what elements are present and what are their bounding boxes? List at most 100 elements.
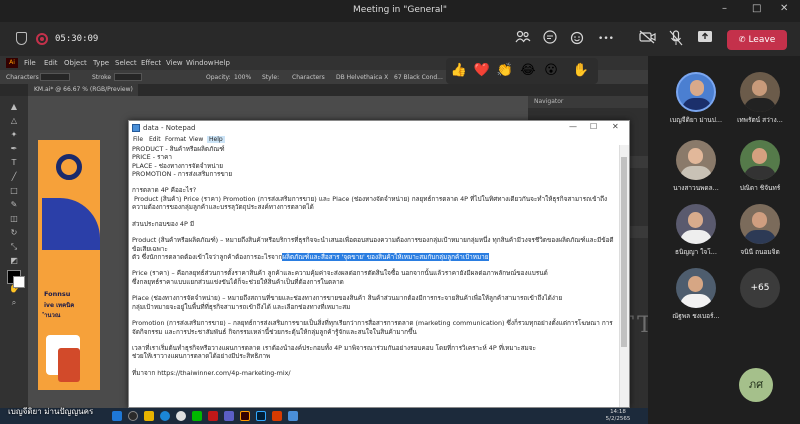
chat-icon[interactable] bbox=[541, 30, 559, 48]
close-button[interactable]: ✕ bbox=[780, 3, 788, 14]
text-line: ตัว ซึ่งนักการตลาดต้องเข้าใจว่าลูกค้าต้อ… bbox=[132, 252, 618, 261]
ai-menu-select[interactable]: Select bbox=[115, 59, 137, 67]
search-icon[interactable] bbox=[128, 411, 138, 421]
ctrl-opacity-value[interactable]: 100% bbox=[234, 74, 251, 81]
ai-menu-file[interactable]: File bbox=[24, 59, 36, 67]
ai-menu-type[interactable]: Type bbox=[93, 59, 109, 67]
pdf-app-icon[interactable] bbox=[208, 411, 218, 421]
pen-tool-icon[interactable]: ✒ bbox=[9, 144, 19, 154]
leave-button[interactable]: ✆ Leave bbox=[727, 30, 787, 50]
like-reaction[interactable]: 👍 bbox=[450, 62, 468, 80]
more-icon[interactable]: ••• bbox=[597, 30, 615, 48]
maximize-button[interactable]: □ bbox=[752, 3, 761, 14]
window-title: Meeting in "General" bbox=[353, 5, 447, 15]
navigator-panel-tab[interactable]: Navigator bbox=[528, 96, 648, 108]
photoshop-icon[interactable] bbox=[256, 411, 266, 421]
avatar-body bbox=[744, 166, 776, 180]
ai-menu-window[interactable]: Window bbox=[186, 59, 214, 67]
participant-name: เทพรัตน์ สว่าง... bbox=[730, 115, 790, 125]
participant-tile[interactable]: นางสาวนพดล... bbox=[666, 140, 726, 200]
participant-name-text: นางสาวนพดล... bbox=[673, 184, 719, 192]
avatar-face bbox=[688, 276, 703, 292]
participant-tile[interactable]: ปณิดา ชิจันทร์ bbox=[730, 140, 790, 200]
people-icon[interactable] bbox=[514, 30, 532, 48]
taskbar-clock[interactable]: 14:18 5/2/2565 bbox=[598, 408, 638, 423]
applause-reaction[interactable]: 👏 bbox=[496, 62, 514, 80]
chrome-icon[interactable] bbox=[176, 411, 186, 421]
notepad-scroll-thumb[interactable] bbox=[621, 157, 627, 347]
participant-name-text: ณัฐพล ชงเบอร์... bbox=[672, 312, 720, 320]
notepad-maximize-button[interactable]: ☐ bbox=[590, 122, 597, 131]
minimize-button[interactable]: – bbox=[722, 3, 727, 14]
phone-icon: ✆ bbox=[738, 35, 746, 44]
notepad-menu-format[interactable]: Format bbox=[165, 136, 186, 143]
notepad-minimize-button[interactable]: — bbox=[569, 122, 577, 131]
laugh-reaction[interactable]: 😂 bbox=[519, 62, 537, 80]
text-line: Price (ราคา) – คือกลยุทธ์ส่วนการตั้งราคา… bbox=[132, 269, 548, 278]
stroke-box[interactable] bbox=[114, 73, 142, 81]
rectangle-tool-icon[interactable]: □ bbox=[9, 186, 19, 196]
magic-wand-tool-icon[interactable]: ✦ bbox=[9, 130, 19, 140]
powerpoint-icon[interactable] bbox=[272, 411, 282, 421]
notepad-menu-edit[interactable]: Edit bbox=[149, 136, 161, 143]
ai-menu-view[interactable]: View bbox=[166, 59, 183, 67]
fill-box[interactable] bbox=[40, 73, 70, 81]
notepad-menu-file[interactable]: File bbox=[133, 136, 143, 143]
participant-tile[interactable]: เบญจีดิยา ม่านป... bbox=[666, 72, 726, 132]
poster-text-3: ำนวณ bbox=[44, 312, 61, 319]
raise-hand-button[interactable]: ✋ bbox=[572, 62, 590, 80]
line-app-icon[interactable] bbox=[192, 411, 202, 421]
ctrl-font-style[interactable]: 67 Black Cond... bbox=[394, 74, 443, 81]
text-line: Product (สินค้าหรือผลิตภัณฑ์) – หมายถึงส… bbox=[132, 236, 614, 253]
participant-tile[interactable]: ณัฐพล ชงเบอร์... bbox=[666, 268, 726, 328]
surprised-reaction[interactable]: 😮 bbox=[542, 62, 560, 80]
avatar-body bbox=[682, 98, 712, 110]
teams-icon[interactable] bbox=[224, 411, 234, 421]
participant-tile[interactable]: ธนิญญา ใจโ... bbox=[666, 204, 726, 264]
type-tool-icon[interactable]: T bbox=[9, 158, 19, 168]
brush-tool-icon[interactable]: ✎ bbox=[9, 200, 19, 210]
notepad-menu-help[interactable]: Help bbox=[207, 136, 225, 143]
participant-tile[interactable]: จนินี ถนอมจิต bbox=[730, 204, 790, 264]
document-tab[interactable]: KM.ai* @ 66.67 % (RGB/Preview) bbox=[28, 84, 138, 96]
ai-menu-effect[interactable]: Effect bbox=[141, 59, 161, 67]
camera-off-icon[interactable] bbox=[639, 30, 657, 48]
participant-tile[interactable]: เทพรัตน์ สว่าง... bbox=[730, 72, 790, 132]
illustrator-logo: Ai bbox=[6, 58, 18, 68]
zoom-tool-icon[interactable]: ⌕ bbox=[9, 298, 19, 308]
notepad-taskbar-icon[interactable] bbox=[288, 411, 298, 421]
notepad-text-area[interactable]: PRODUCT - สินค้าหรือผลิตภัณฑ์ PRICE - ราค… bbox=[132, 145, 618, 407]
direct-selection-tool-icon[interactable]: △ bbox=[9, 116, 19, 126]
rotate-tool-icon[interactable]: ↻ bbox=[9, 228, 19, 238]
stroke-swatch[interactable] bbox=[13, 276, 25, 288]
participant-name: ธนิญญา ใจโ... bbox=[666, 247, 726, 257]
text-line: Promotion (การส่งเสริมการขาย) – กลยุทธ์ก… bbox=[132, 319, 613, 328]
share-icon[interactable] bbox=[696, 30, 714, 48]
reactions-icon[interactable] bbox=[569, 30, 587, 48]
presenter-name: เบญจีดิยา ม่านปัญญนคร bbox=[8, 407, 94, 416]
my-avatar[interactable]: ภศ bbox=[739, 368, 773, 402]
windows-start-icon[interactable] bbox=[112, 411, 122, 421]
eraser-tool-icon[interactable]: ◫ bbox=[9, 214, 19, 224]
participant-name-text: เทพรัตน์ สว่าง... bbox=[737, 116, 783, 124]
ai-menu-edit[interactable]: Edit bbox=[44, 59, 58, 67]
ai-menu-help[interactable]: Help bbox=[214, 59, 230, 67]
ctrl-font-family[interactable]: DB Helvethaica X bbox=[336, 74, 388, 81]
mic-off-icon[interactable] bbox=[667, 30, 685, 48]
avatar-body bbox=[680, 230, 712, 244]
edge-icon[interactable] bbox=[160, 411, 170, 421]
notepad-close-button[interactable]: ✕ bbox=[612, 122, 619, 131]
more-participants-button[interactable]: +65 bbox=[740, 268, 780, 308]
line-tool-icon[interactable]: ╱ bbox=[9, 172, 19, 182]
text-line: จัดกิจกรรม และการประชาสัมพันธ์ กิจกรรมเห… bbox=[132, 327, 417, 336]
poster-figure-shape-2 bbox=[58, 348, 80, 382]
scale-tool-icon[interactable]: ⤡ bbox=[9, 242, 19, 252]
file-explorer-icon[interactable] bbox=[144, 411, 154, 421]
heart-reaction[interactable]: ❤️ bbox=[473, 62, 491, 80]
avatar-body bbox=[744, 98, 776, 112]
gradient-tool-icon[interactable]: ◩ bbox=[9, 256, 19, 266]
notepad-menu-view[interactable]: View bbox=[189, 136, 203, 143]
ai-menu-object[interactable]: Object bbox=[64, 59, 87, 67]
selection-tool-icon[interactable]: ▲ bbox=[9, 102, 19, 112]
illustrator-taskbar-icon[interactable] bbox=[240, 411, 250, 421]
